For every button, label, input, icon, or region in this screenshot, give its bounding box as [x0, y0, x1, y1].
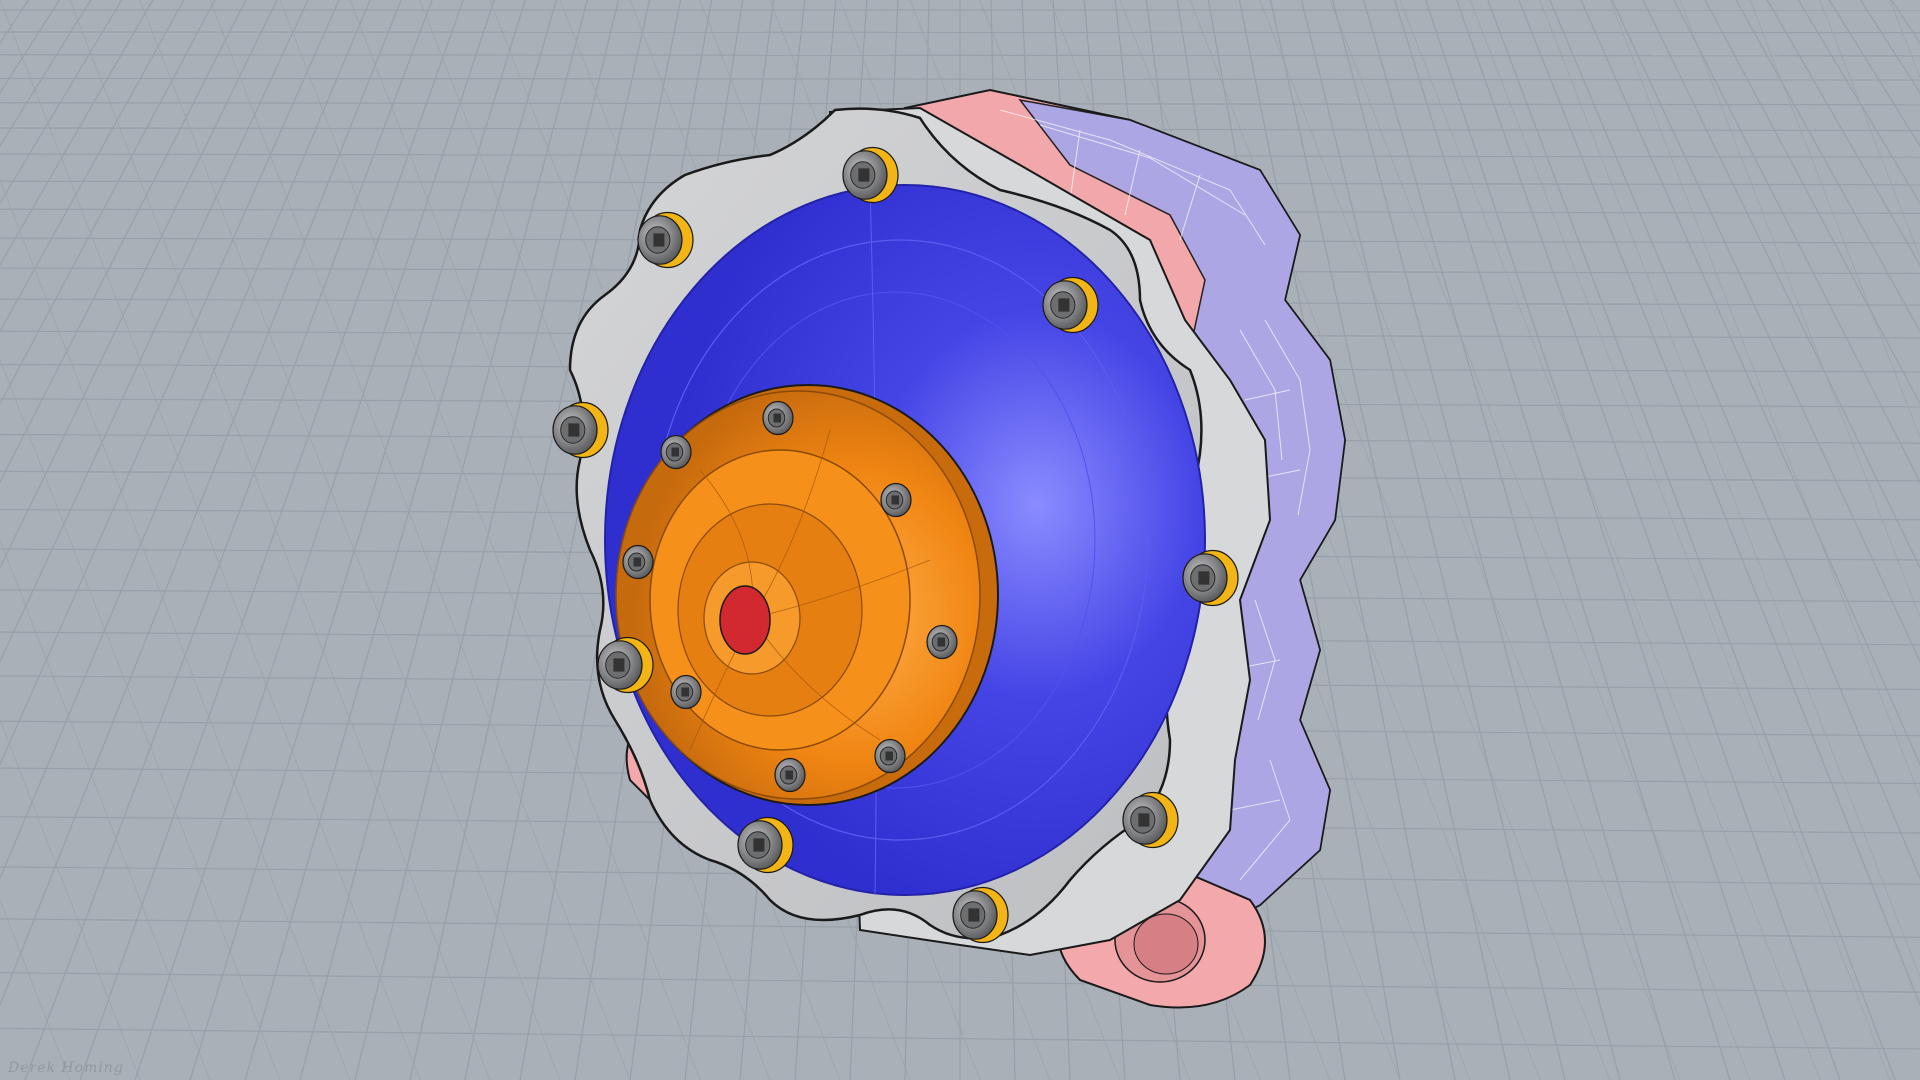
grid-line [0, 0, 185, 333]
grid-line [0, 0, 325, 1080]
grid-line [0, 0, 247, 484]
model-scene[interactable] [0, 0, 1920, 1080]
grid-line [1576, 0, 1920, 1080]
grid-line [1642, 0, 1920, 569]
3d-viewport[interactable]: Derek Homing [0, 0, 1920, 1080]
grid-line [0, 0, 402, 1007]
grid-line [0, 0, 309, 663]
grid-line [0, 0, 248, 1080]
grid-line [209, 0, 631, 1080]
grid-line [1456, 0, 1841, 1080]
hub-center-bore [719, 585, 771, 655]
signature: Derek Homing [8, 1060, 124, 1076]
bolt-icon [637, 211, 694, 269]
grid-line [1425, 0, 1786, 1080]
bolt-icon [952, 886, 1009, 944]
grid-line [0, 0, 61, 94]
grid-line [0, 178, 351, 1080]
grid-line [1797, 0, 1920, 205]
bolt-icon [1182, 549, 1239, 607]
grid-line [0, 0, 36, 1080]
hub-bolt-icon [880, 482, 912, 518]
grid-line [0, 0, 123, 205]
grid-line [0, 0, 17, 1080]
grid-line [1615, 0, 1920, 1080]
grid-line [0, 0, 171, 1080]
grid-line [0, 0, 344, 1080]
grid-line [1679, 0, 1920, 619]
grid-line [0, 0, 278, 569]
grid-line [1889, 0, 1920, 79]
grid-line [1653, 0, 1920, 1080]
grid-line [1865, 0, 1920, 1080]
grid-line [0, 0, 306, 1080]
grid-line [0, 0, 421, 1080]
hub-bolt-icon [774, 757, 806, 793]
grid-line [1749, 0, 1920, 439]
grid-line [1749, 0, 1920, 1080]
bolt-icon [597, 636, 654, 694]
hub-bolt-icon [874, 738, 906, 774]
grid-line [1788, 0, 1920, 1080]
bolt-icon [842, 146, 899, 204]
grid-line [1735, 0, 1920, 333]
grid-line [0, 0, 216, 405]
grid-line [0, 0, 30, 44]
grid-line [1903, 0, 1920, 1080]
grid-line [1549, 0, 1920, 880]
grid-line [1609, 0, 1920, 799]
grid-line [1859, 0, 1920, 94]
grid-line [0, 0, 209, 1080]
grid-line [79, 0, 464, 1080]
grid-line [0, 31, 1920, 34]
grid-line [1611, 0, 1920, 663]
hub-bolt-icon [660, 434, 692, 470]
grid-line [1730, 0, 1920, 1080]
hub-bolt-icon [622, 544, 654, 580]
grid-line [1819, 0, 1920, 259]
grid-line [0, 0, 132, 1080]
grid-line [1557, 0, 1920, 1080]
grid-line [0, 77, 1920, 81]
grid-line [1884, 0, 1920, 1080]
grid-line [0, 0, 267, 1080]
grid-line [69, 0, 491, 1080]
hub-bolt-icon [670, 674, 702, 710]
grid-line [0, 538, 211, 1080]
grid-line [1711, 0, 1920, 1080]
grid-line [24, 0, 433, 1080]
grid-line [1595, 0, 1920, 1080]
grid-line [139, 0, 561, 1080]
grid-line [1890, 0, 1920, 44]
hub-bolt-icon [926, 624, 958, 660]
grid-line [0, 0, 55, 1080]
bolt-icon [552, 401, 609, 459]
grid-line [1766, 0, 1920, 267]
grid-line [0, 0, 371, 880]
grid-line [1673, 0, 1920, 484]
grid-line [1518, 0, 1920, 1007]
grid-line [0, 0, 363, 1080]
bolt-icon [737, 816, 794, 874]
grid-line [1487, 0, 1896, 1080]
grid-line [1704, 0, 1920, 405]
hub-bolt-icon [762, 400, 794, 436]
bolt-icon [1122, 791, 1179, 849]
grid-line [0, 0, 154, 267]
grid-line [0, 0, 190, 1080]
bolt-icon [1042, 276, 1099, 334]
